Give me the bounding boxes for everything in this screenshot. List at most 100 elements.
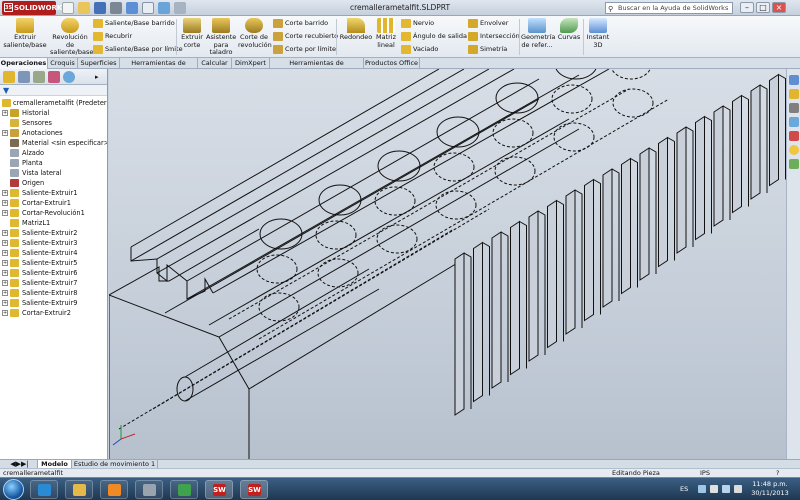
tree-item[interactable]: + Saliente-Extruir2 [0,228,107,238]
new-document-icon[interactable] [62,2,74,14]
expand-icon[interactable]: + [2,300,8,306]
matriz-lineal-button[interactable]: Matriz lineal [374,18,398,49]
select-arrow-icon[interactable] [142,2,154,14]
expand-icon[interactable]: + [2,250,8,256]
close-button[interactable]: × [772,2,786,13]
app-gray-taskbar-button[interactable] [135,480,163,499]
tree-filter-bar[interactable]: ▼ [0,85,107,96]
tray-network-icon[interactable] [722,485,730,493]
tab-croquis[interactable]: Croquis [48,58,78,69]
expand-icon[interactable]: + [2,270,8,276]
appearances-icon[interactable] [789,131,799,141]
tree-item[interactable]: + Cortar-Extruir2 [0,308,107,318]
expand-icon[interactable]: + [2,190,8,196]
saliente-limite-button[interactable]: Saliente/Base por límite [93,44,183,55]
property-manager-tab-icon[interactable] [18,71,30,83]
tree-item[interactable]: + Saliente-Extruir7 [0,278,107,288]
solidworks-2-taskbar-button[interactable]: SW [240,480,268,499]
expand-icon[interactable]: + [2,200,8,206]
tree-item[interactable]: + Saliente-Extruir5 [0,258,107,268]
internet-explorer-taskbar-button[interactable] [30,480,58,499]
feature-tree-tab-icon[interactable] [3,71,15,83]
tree-item[interactable]: + Saliente-Extruir8 [0,288,107,298]
chrome-taskbar-button[interactable] [170,480,198,499]
tray-volume-icon[interactable] [734,485,742,493]
print-icon[interactable] [110,2,122,14]
chevron-right-icon[interactable]: ▸ [95,71,105,83]
simetria-button[interactable]: Simetría [468,44,507,55]
tree-item[interactable]: + Saliente-Extruir3 [0,238,107,248]
expand-icon[interactable]: + [2,240,8,246]
tree-item[interactable]: + Saliente-Extruir9 [0,298,107,308]
interseccion-button[interactable]: Intersección [468,31,520,42]
undo-icon[interactable] [126,2,138,14]
tab-herramientas-renderizado[interactable]: Herramientas de renderizado [270,58,364,77]
windows-start-button[interactable] [3,479,24,500]
tree-item[interactable]: Alzado [0,148,107,158]
tree-item[interactable]: + Saliente-Extruir1 [0,188,107,198]
solidworks-resources-icon[interactable] [789,75,799,85]
solidworks-logo[interactable]: 3S SOLIDWORKS [2,1,67,15]
expand-icon[interactable]: + [2,130,8,136]
display-manager-tab-icon[interactable] [63,71,75,83]
tree-item[interactable]: Vista lateral [0,168,107,178]
tree-item[interactable]: Sensores [0,118,107,128]
vaciado-button[interactable]: Vaciado [401,44,438,55]
rebuild-icon[interactable] [158,2,170,14]
tree-item[interactable]: Planta [0,158,107,168]
tree-item[interactable]: Material <sin especificar> [0,138,107,148]
file-explorer-taskbar-button[interactable] [65,480,93,499]
tray-clock[interactable]: 11:48 p.m. 30/11/2013 [746,480,794,498]
help-search-input[interactable]: ⚲ Buscar en la Ayuda de SolidWorks [605,2,733,14]
cremallera-3d-model[interactable] [109,69,786,459]
file-explorer-icon[interactable] [789,103,799,113]
open-folder-icon[interactable] [78,2,90,14]
expand-icon[interactable]: + [2,260,8,266]
tab-calcular[interactable]: Calcular [198,58,232,69]
tree-item[interactable]: Origen [0,178,107,188]
tree-item[interactable]: + Saliente-Extruir6 [0,268,107,278]
tab-operaciones[interactable]: Operaciones [0,58,48,69]
tree-item[interactable]: + Historial [0,108,107,118]
expand-icon[interactable]: + [2,280,8,286]
tab-herramientas-moldes[interactable]: Herramientas de moldes [120,58,198,77]
minimize-button[interactable]: – [740,2,754,13]
expand-icon[interactable]: + [2,110,8,116]
status-help[interactable]: ? [776,469,779,477]
recubrir-button[interactable]: Recubrir [93,31,132,42]
curvas-button[interactable]: Curvas [556,18,582,42]
tab-dimxpert[interactable]: DimXpert [232,58,270,69]
tree-item[interactable]: + Cortar-Extruir1 [0,198,107,208]
extruir-saliente-button[interactable]: Extruir saliente/base [2,18,48,49]
custom-properties-icon[interactable] [789,159,799,169]
saliente-barrido-button[interactable]: Saliente/Base barrido [93,18,175,29]
maximize-button[interactable]: □ [756,2,770,13]
corte-recubierto-button[interactable]: Corte recubierto [273,31,338,42]
expand-icon[interactable]: + [2,310,8,316]
tree-item[interactable]: + Cortar-Revolución1 [0,208,107,218]
media-player-taskbar-button[interactable] [100,480,128,499]
expand-icon[interactable]: + [2,230,8,236]
redondeo-button[interactable]: Redondeo [339,18,373,42]
design-library-icon[interactable] [789,89,799,99]
corte-barrido-button[interactable]: Corte barrido [273,18,328,29]
configuration-manager-tab-icon[interactable] [33,71,45,83]
expand-icon[interactable]: + [2,290,8,296]
tray-flag-icon[interactable] [710,485,718,493]
tray-language[interactable]: ES [680,485,688,493]
extruir-corte-button[interactable]: Extruir corte [179,18,205,49]
solidworks-1-taskbar-button[interactable]: SW [205,480,233,499]
options-icon[interactable] [174,2,186,14]
tree-item[interactable]: MatrizL1 [0,218,107,228]
asistente-taladro-button[interactable]: Asistente para taladro [206,18,236,57]
nervio-button[interactable]: Nervio [401,18,434,29]
geometria-referencia-button[interactable]: Geometría de refer... [521,18,555,49]
envolver-button[interactable]: Envolver [468,18,508,29]
tab-superficies[interactable]: Superficies [78,58,120,69]
status-units[interactable]: IPS [700,469,710,477]
tree-item[interactable]: + Anotaciones [0,128,107,138]
instant3d-button[interactable]: Instant 3D [585,18,611,49]
corte-revolucion-button[interactable]: Corte de revolución [238,18,272,49]
expand-icon[interactable]: + [2,210,8,216]
save-icon[interactable] [94,2,106,14]
